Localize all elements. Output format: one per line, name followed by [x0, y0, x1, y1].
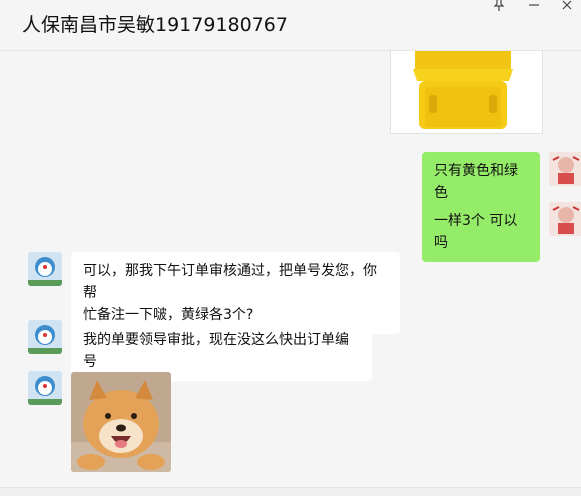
close-button[interactable]	[560, 0, 574, 16]
message-bubble-sent[interactable]: 一样3个 可以吗	[422, 202, 540, 262]
my-avatar[interactable]	[549, 202, 581, 236]
message-text: 只有黄色和绿色	[434, 163, 518, 201]
pin-icon[interactable]	[492, 0, 506, 16]
contact-avatar[interactable]	[28, 371, 62, 405]
message-text: 一样3个 可以吗	[434, 213, 518, 251]
minimize-button[interactable]	[527, 0, 541, 16]
message-text-line: 可以，那我下午订单审核通过，把单号发您，你帮	[83, 263, 377, 301]
contact-avatar[interactable]	[28, 252, 62, 286]
message-text: 我的单要领导审批，现在没这么快出订单编号	[83, 332, 349, 370]
dog-sticker-image[interactable]	[71, 372, 171, 472]
yellow-storage-box-image	[391, 51, 542, 133]
chat-area[interactable]: 只有黄色和绿色 一样3个 可以吗 可以，那我下午订单审核通过，把单号发您，你帮 …	[0, 51, 581, 487]
sent-image-message[interactable]	[390, 51, 543, 134]
my-avatar[interactable]	[549, 152, 581, 186]
shiba-dog-sticker	[71, 372, 171, 472]
contact-avatar[interactable]	[28, 320, 62, 354]
chat-title: 人保南昌市吴敏19179180767	[22, 14, 288, 36]
chat-header: 人保南昌市吴敏19179180767	[0, 0, 581, 51]
